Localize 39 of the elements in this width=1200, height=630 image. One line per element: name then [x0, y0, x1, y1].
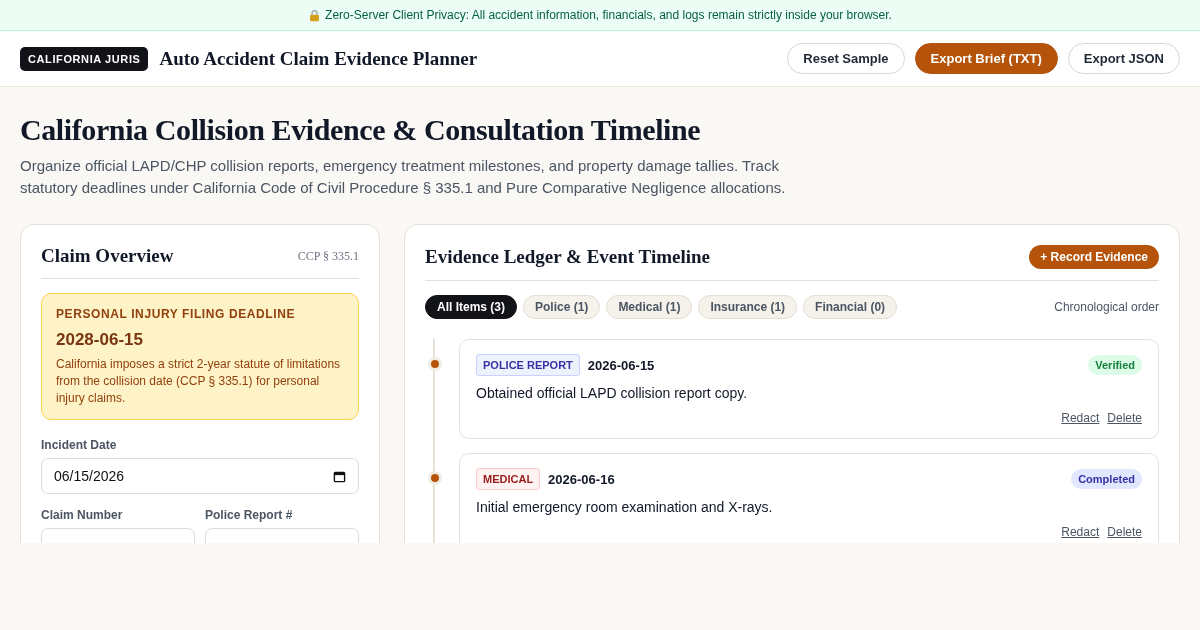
status-badge: Completed — [1071, 469, 1142, 489]
filter-tab[interactable]: Financial (0) — [803, 295, 898, 319]
action-link[interactable]: Delete — [1107, 525, 1142, 539]
filter-tab[interactable]: Medical (1) — [606, 295, 693, 319]
date-field[interactable]: 06/15/2026 — [41, 458, 359, 494]
action-link[interactable]: Delete — [1107, 411, 1142, 425]
evidence-date: 2026-06-16 — [548, 471, 615, 487]
action-link[interactable]: Redact — [1061, 411, 1100, 425]
header-button[interactable]: Export JSON — [1067, 43, 1180, 74]
field-label: Incident Date — [41, 438, 118, 452]
deadline-note: California imposes a strict 2-year statute of limitations from the collision date (CCP § 335.1) for personal injury claims. — [56, 356, 342, 407]
header-button[interactable]: Reset Sample — [787, 43, 905, 74]
filter-tab[interactable]: All Items (3) — [425, 295, 517, 319]
category-tag: POLICE REPORT — [476, 354, 580, 376]
header-button[interactable]: Export Brief (TXT) — [914, 43, 1058, 74]
filter-tab[interactable]: Insurance (1) — [698, 295, 798, 319]
evidence-description: Initial emergency room examination and X-rays. — [476, 499, 774, 515]
statute-code: CCP § 335.1 — [297, 248, 359, 264]
evidence-date: 2026-06-15 — [587, 357, 655, 373]
sort-order-label: Chronological order — [1054, 300, 1159, 314]
status-badge: Verified — [1088, 355, 1142, 375]
filter-tab[interactable]: Police (1) — [523, 295, 601, 319]
category-tag: MEDICAL — [476, 468, 541, 490]
page-title: California Collision Evidence & Consultation Timeline — [20, 113, 702, 147]
evidence-description: Obtained official LAPD collision report copy. — [476, 385, 749, 401]
app-title: Auto Accident Claim Evidence Planner — [159, 47, 478, 70]
record-evidence-button[interactable]: + Record Evidence — [1029, 245, 1159, 269]
card-title: Claim Overview — [41, 245, 174, 267]
calendar-icon[interactable] — [333, 470, 346, 483]
field-label: Claim Number — [41, 508, 124, 522]
card-title: Evidence Ledger & Event Timeline — [425, 246, 710, 268]
page-subtitle: Organize official LAPD/CHP collision reports, emergency treatment milestones, and property damage tallies. Track statutory deadlines under California Code of Civil Procedure § 335.1 and Pure Comparative Negligence allocations. — [20, 156, 787, 198]
field-label: Police Report # — [205, 508, 294, 522]
brand-badge: CALIFORNIA JURIS — [20, 46, 149, 71]
deadline-label: PERSONAL INJURY FILING DEADLINE — [56, 307, 297, 321]
deadline-date: 2028-06-15 — [56, 330, 144, 350]
privacy-notice: Zero-Server Client Privacy: All accident information, financials, and logs remain strictly inside your browser. — [325, 8, 892, 22]
lock-icon — [308, 8, 322, 22]
action-link[interactable]: Redact — [1061, 525, 1100, 539]
